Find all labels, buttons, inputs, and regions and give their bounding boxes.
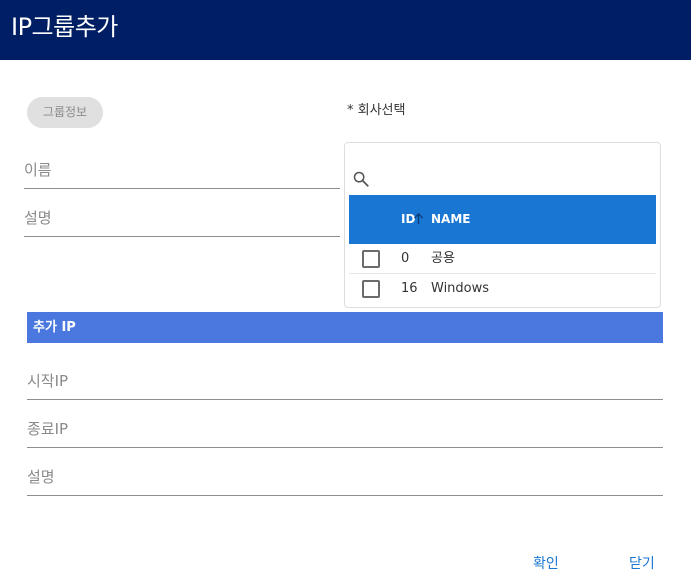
table-row[interactable]: 0 공용 bbox=[349, 244, 656, 274]
start-ip-field[interactable]: 시작IP bbox=[27, 363, 663, 400]
group-name-label: 이름 bbox=[24, 161, 52, 179]
group-description-field[interactable]: 설명 bbox=[24, 200, 340, 237]
company-select-table: ID NAME 0 공용 16 Windows bbox=[344, 142, 661, 308]
additional-ip-section-header: 추가 IP bbox=[27, 312, 663, 343]
row-name-cell: Windows bbox=[431, 281, 490, 296]
row-checkbox[interactable] bbox=[362, 250, 380, 268]
table-row[interactable]: 16 Windows bbox=[349, 274, 656, 304]
ip-group-add-dialog: IP그룹추가 그룹정보 이름 설명 * 회사선택 ID NAME 0 공용 16… bbox=[0, 0, 691, 586]
end-ip-field[interactable]: 종료IP bbox=[27, 411, 663, 448]
search-icon bbox=[353, 171, 369, 187]
column-header-name[interactable]: NAME bbox=[431, 211, 470, 227]
group-description-label: 설명 bbox=[24, 209, 52, 227]
start-ip-label: 시작IP bbox=[27, 372, 69, 390]
confirm-button[interactable]: 확인 bbox=[533, 554, 559, 574]
group-info-chip: 그룹정보 bbox=[27, 97, 103, 128]
sort-ascending-icon[interactable] bbox=[413, 212, 424, 225]
end-ip-label: 종료IP bbox=[27, 420, 69, 438]
ip-description-field[interactable]: 설명 bbox=[27, 459, 663, 496]
ip-description-label: 설명 bbox=[27, 468, 55, 486]
row-name-cell: 공용 bbox=[431, 251, 455, 266]
dialog-title: IP그룹추가 bbox=[11, 13, 118, 41]
row-checkbox[interactable] bbox=[362, 280, 380, 298]
company-table-header: ID NAME bbox=[349, 195, 656, 244]
dialog-titlebar: IP그룹추가 bbox=[0, 0, 691, 60]
close-button[interactable]: 닫기 bbox=[629, 554, 655, 574]
row-id-cell: 0 bbox=[401, 251, 410, 266]
row-id-cell: 16 bbox=[401, 281, 418, 296]
company-select-label: * 회사선택 bbox=[347, 103, 406, 118]
group-name-field[interactable]: 이름 bbox=[24, 152, 340, 189]
